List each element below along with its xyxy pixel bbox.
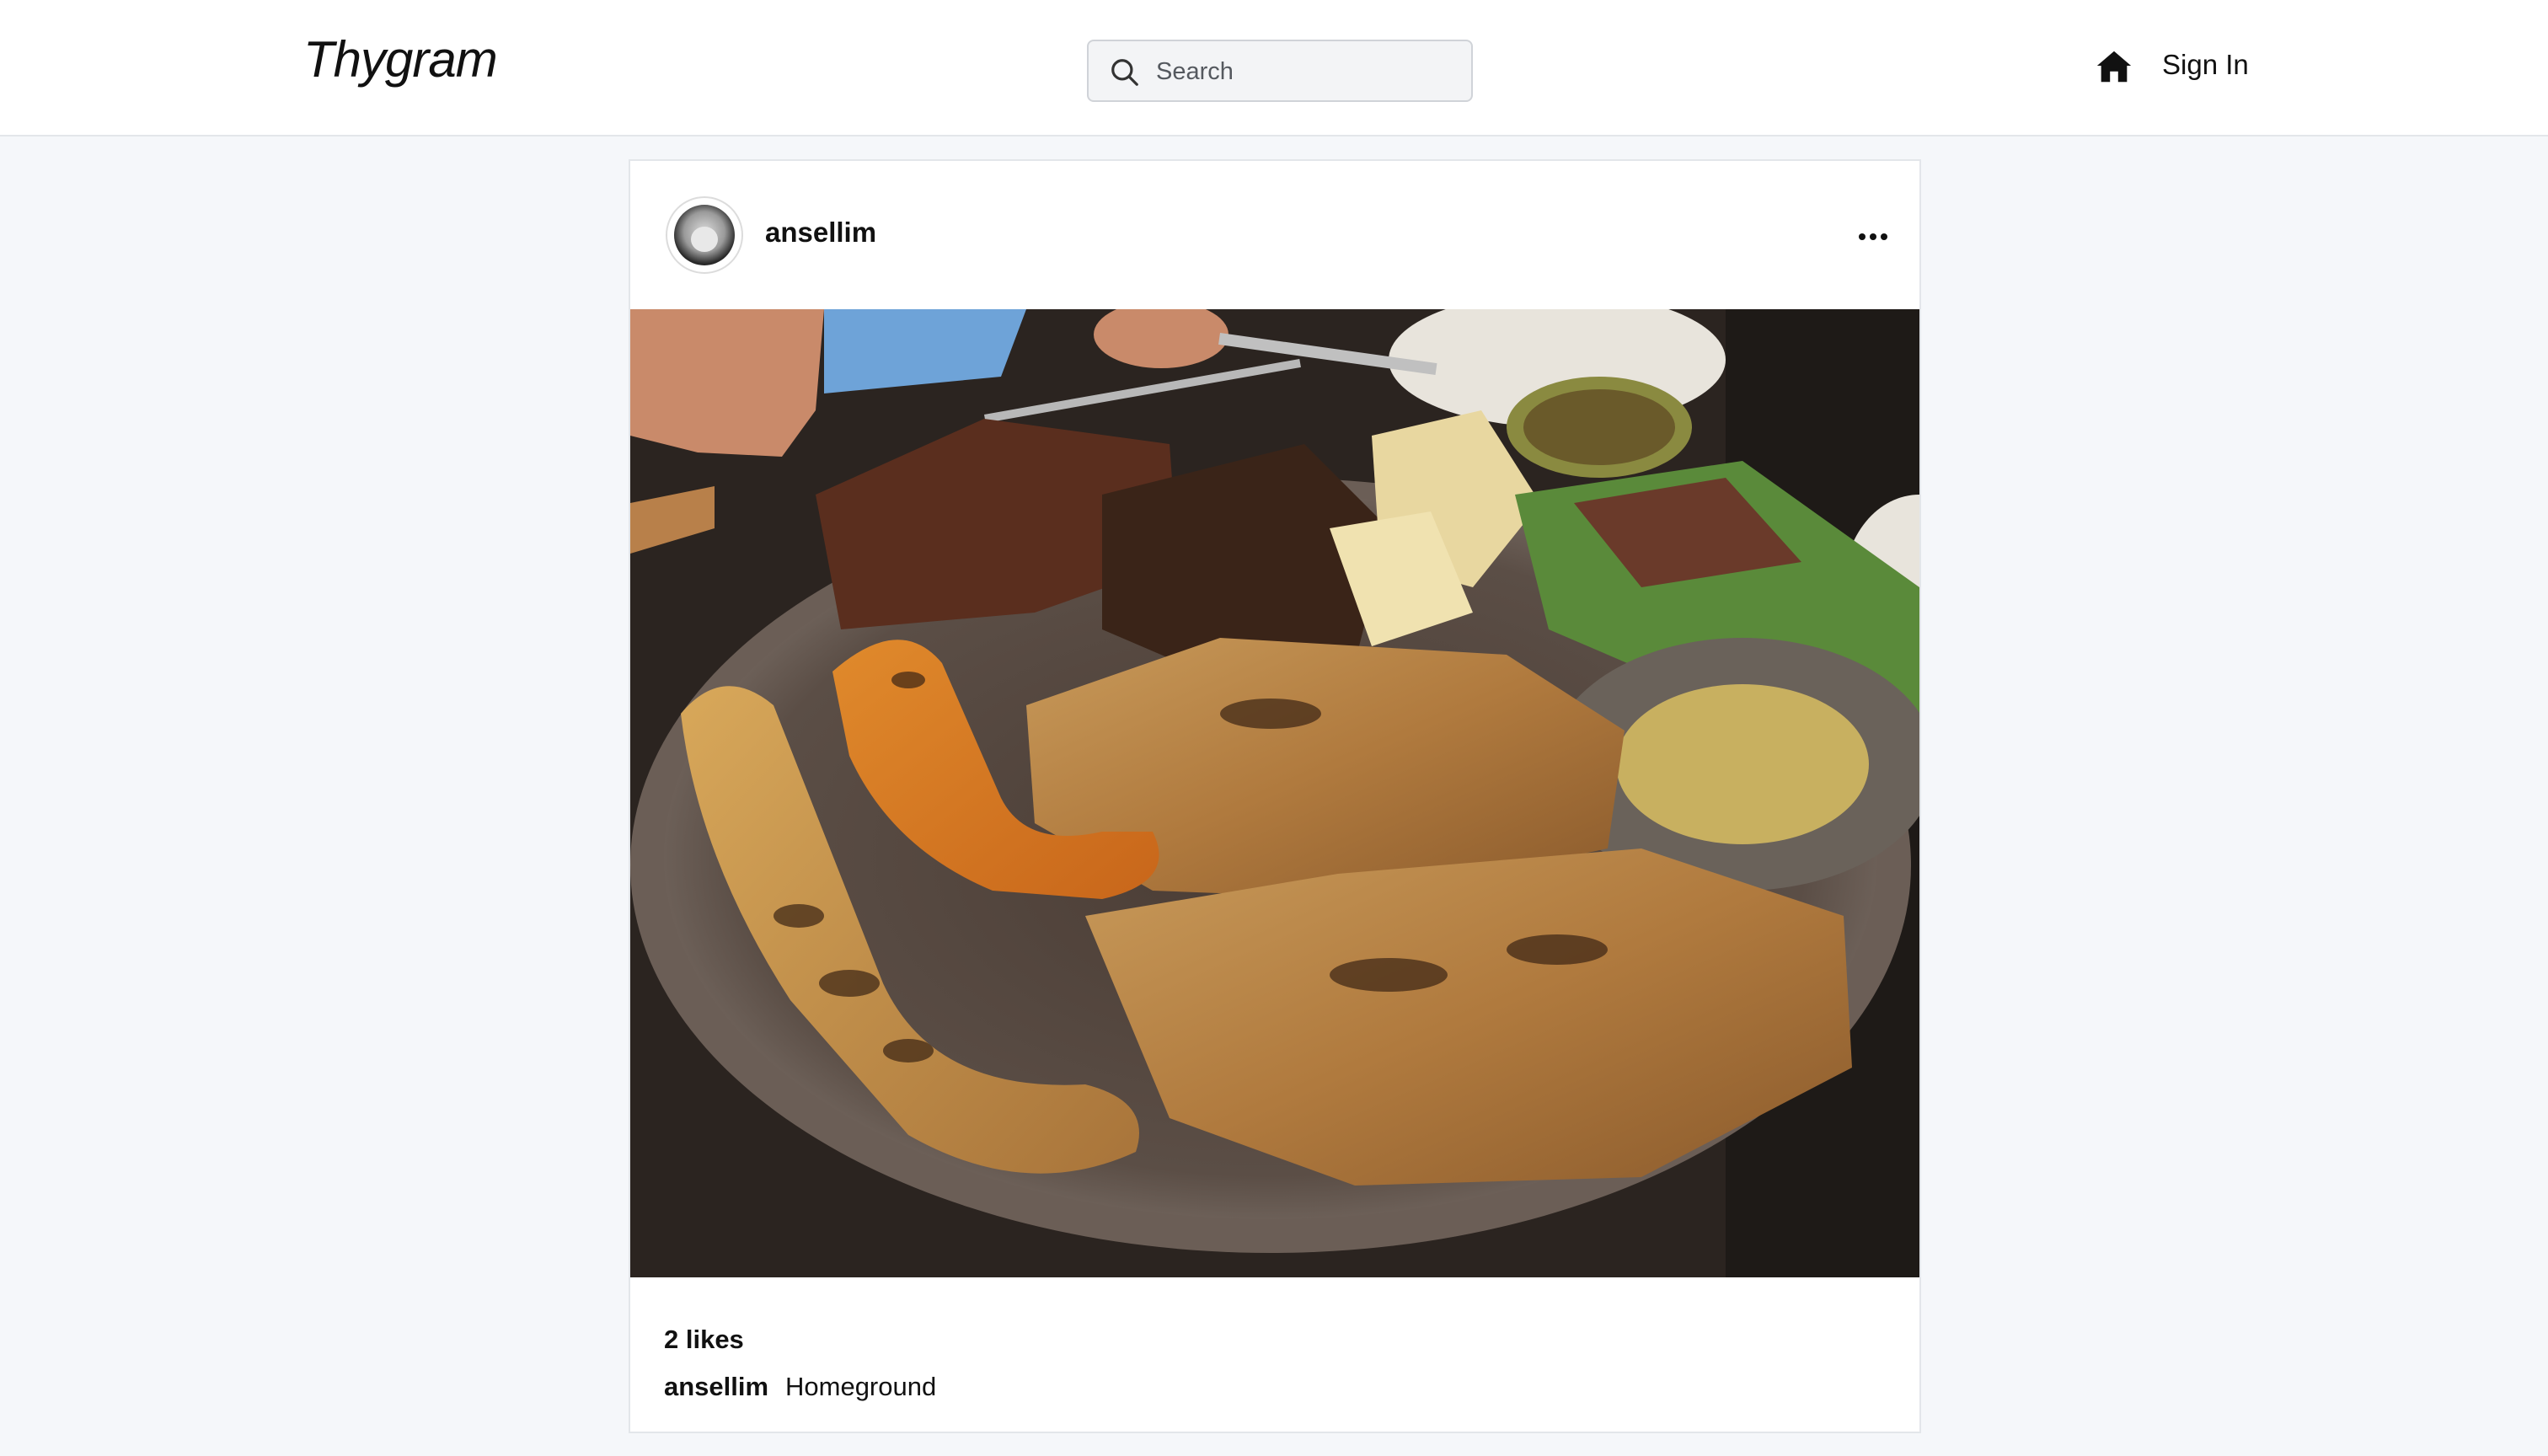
more-horizontal-icon [1859, 233, 1866, 240]
user-avatar[interactable] [666, 196, 743, 274]
top-navbar: Thygram Sign In [0, 0, 2548, 136]
home-icon[interactable] [2095, 47, 2133, 86]
search-icon [1111, 59, 1138, 86]
post-header: ansellim [630, 161, 1919, 309]
post-image[interactable] [630, 309, 1919, 1277]
likes-count[interactable]: 2 likes [664, 1325, 744, 1355]
search-box[interactable] [1087, 40, 1473, 102]
app-logo[interactable]: Thygram [303, 30, 498, 88]
caption-text: Homeground [785, 1372, 937, 1401]
food-photo [630, 309, 1919, 1277]
sign-in-link[interactable]: Sign In [2162, 49, 2249, 81]
caption-username[interactable]: ansellim [664, 1372, 768, 1402]
post-card: ansellim 2 likes ansellim Homeground [629, 159, 1921, 1433]
more-options-button[interactable] [1852, 222, 1894, 252]
post-username[interactable]: ansellim [765, 217, 876, 249]
search-input[interactable] [1156, 51, 1459, 92]
post-footer: 2 likes ansellim Homeground [630, 1277, 1919, 1433]
avatar-image [674, 205, 735, 265]
